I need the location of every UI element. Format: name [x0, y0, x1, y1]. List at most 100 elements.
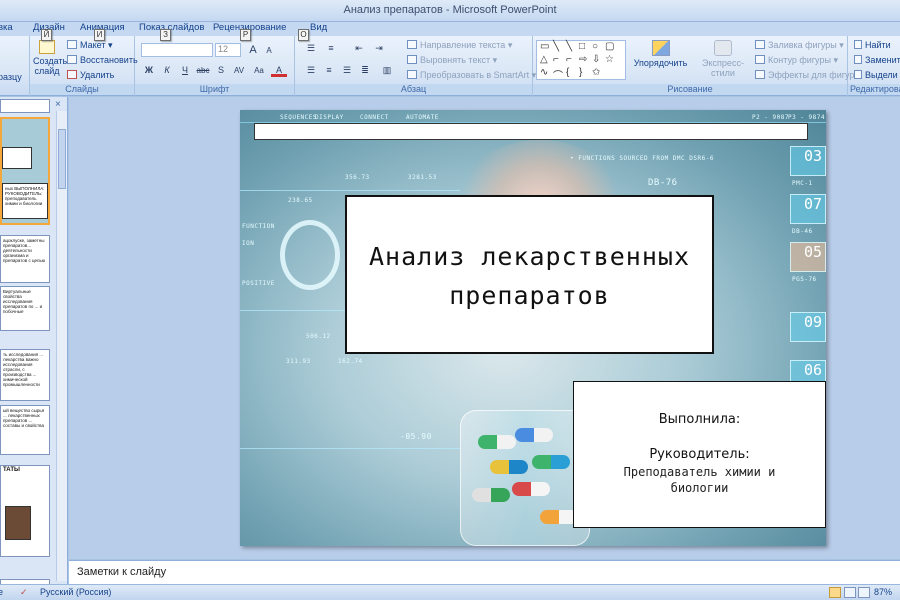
slide-thumbnail[interactable]: ый вещество сырья ... лекарственных преп…	[0, 405, 50, 455]
slide-title[interactable]: Анализ лекарственных препаратов	[347, 237, 712, 315]
notes-pane[interactable]: Заметки к слайду	[69, 560, 900, 584]
group-clipboard: разцу	[0, 36, 30, 96]
rectangle-shape-icon[interactable]: ▭	[540, 41, 549, 52]
rounded-rect-shape-icon[interactable]: ▢	[605, 41, 614, 52]
shape-outline-button[interactable]: Контур фигуры ▾	[755, 55, 838, 66]
shadow-button[interactable]: S	[213, 64, 229, 77]
slide-top-textbox[interactable]	[254, 123, 808, 140]
normal-view-icon[interactable]	[829, 587, 841, 598]
find-button[interactable]: Найти	[854, 40, 891, 50]
font-name-combo[interactable]	[141, 43, 213, 57]
oval-shape-icon[interactable]: ○	[592, 41, 598, 52]
slide-thumbnail[interactable]: ть исследования ... лекарства важно иссл…	[0, 349, 50, 401]
shape-effects-button[interactable]: Эффекты для фигур ▾	[755, 70, 861, 81]
shrink-font-button[interactable]: A	[261, 44, 277, 57]
hud-tile: 03	[790, 146, 826, 176]
align-center-icon[interactable]: ≡	[321, 64, 337, 77]
shape-outline-icon	[755, 55, 765, 64]
quick-styles-button[interactable]: Экспресс-стили	[693, 40, 753, 78]
bullets-icon[interactable]: ☰	[303, 42, 319, 55]
group-paragraph: ☰ ≡ ⇤ ⇥ ☰ ≡ ☰ ≣ ▥ Направление текста ▾ В…	[295, 36, 536, 96]
replace-button[interactable]: Заменит	[854, 55, 900, 65]
slide-sorter-icon[interactable]	[844, 587, 856, 598]
shape-effects-label: Эффекты для фигур	[768, 70, 855, 80]
slide-canvas[interactable]: SEQUENCES DISPLAY CONNECT AUTOMATE P2 - …	[240, 110, 826, 546]
reset-button[interactable]: Восстановить	[67, 55, 138, 65]
brace-shape-icon[interactable]: {	[566, 67, 569, 78]
align-text-button[interactable]: Выровнять текст ▾	[407, 55, 497, 66]
shape-fill-button[interactable]: Заливка фигуры ▾	[755, 40, 844, 51]
star-shape-icon[interactable]: ☆	[605, 54, 614, 65]
arrow-right-shape-icon[interactable]: ⇨	[579, 54, 587, 65]
slide-thumbnail[interactable]: ТАТЫ	[0, 465, 50, 557]
italic-button[interactable]: К	[159, 64, 175, 77]
spellcheck-icon[interactable]: ✓	[20, 587, 28, 598]
scrollbar-thumb[interactable]	[58, 129, 66, 189]
group-editing-label: Редактирова	[848, 84, 900, 95]
author-label[interactable]: Выполнила:	[574, 412, 825, 427]
smartart-button[interactable]: Преобразовать в SmartArt ▾	[407, 70, 536, 81]
numbering-icon[interactable]: ≡	[323, 42, 339, 55]
shape-outline-label: Контур фигуры	[768, 55, 831, 65]
slide-thumbnail[interactable]: ацоклуске, заметны препаратов... деятель…	[0, 235, 50, 283]
layout-button[interactable]: Макет ▾	[67, 40, 113, 51]
decrease-indent-icon[interactable]: ⇤	[351, 42, 367, 55]
slide-title-box[interactable]: Анализ лекарственных препаратов	[345, 195, 714, 354]
tab-view[interactable]: Вид	[310, 22, 327, 33]
arrow-down-shape-icon[interactable]: ⇩	[592, 54, 600, 65]
text-direction-button[interactable]: Направление текста ▾	[407, 40, 512, 51]
select-icon	[854, 70, 862, 79]
capsule-image	[472, 488, 510, 502]
supervisor-value[interactable]: Преподаватель химии и биологии	[594, 464, 805, 496]
hud-code: DB-76	[648, 178, 678, 188]
line-shape-icon[interactable]: ╲	[553, 41, 559, 52]
brace-shape-icon[interactable]: }	[579, 67, 582, 78]
grow-font-button[interactable]: A	[245, 44, 261, 57]
font-color-button[interactable]: A	[271, 64, 287, 77]
hud-line	[240, 310, 360, 311]
char-spacing-button[interactable]: AV	[231, 64, 247, 77]
arrange-button[interactable]: Упорядочить	[633, 40, 688, 68]
strikethrough-button[interactable]: abc	[195, 64, 211, 77]
underline-button[interactable]: Ч	[177, 64, 193, 77]
notes-placeholder[interactable]: Заметки к слайду	[77, 566, 166, 578]
font-size-combo[interactable]: 12	[215, 43, 241, 57]
columns-icon[interactable]: ▥	[379, 64, 395, 77]
star-shape-icon[interactable]: ✩	[592, 67, 600, 78]
delete-icon	[67, 70, 77, 79]
tab-slideshow[interactable]: Показ слайдов	[139, 22, 204, 33]
line-shape-icon[interactable]: ╲	[566, 41, 572, 52]
increase-indent-icon[interactable]: ⇥	[371, 42, 387, 55]
tab-insert[interactable]: вка	[0, 22, 13, 33]
thumbnails-scrollbar[interactable]	[56, 111, 67, 581]
keytip-view: О	[298, 29, 309, 41]
supervisor-label[interactable]: Руководитель:	[574, 447, 825, 462]
slideshow-view-icon[interactable]	[858, 587, 870, 598]
elbow-shape-icon[interactable]: ⌐	[566, 54, 572, 65]
delete-button[interactable]: Удалить	[67, 70, 114, 80]
curve-shape-icon[interactable]: ∿	[540, 67, 548, 78]
rect-shape-icon[interactable]: □	[579, 41, 585, 52]
close-icon[interactable]: ×	[55, 99, 61, 110]
binoculars-icon	[854, 40, 862, 49]
zoom-level[interactable]: 87%	[874, 587, 892, 597]
new-slide-button[interactable]: Создать слайд	[33, 40, 67, 76]
triangle-shape-icon[interactable]: △	[540, 54, 548, 65]
slide-thumbnail[interactable]: ных ВЫПОЛНИЛА: РУКОВОДИТЕЛЬ: преподавате…	[0, 117, 50, 225]
new-slide-icon	[39, 40, 55, 54]
elbow-shape-icon[interactable]: ⌐	[553, 54, 559, 65]
bold-button[interactable]: Ж	[141, 64, 157, 77]
align-right-icon[interactable]: ☰	[339, 64, 355, 77]
change-case-button[interactable]: Aa	[251, 64, 267, 77]
select-button[interactable]: Выдели	[854, 70, 898, 80]
format-painter-button[interactable]: разцу	[0, 72, 22, 82]
shapes-gallery[interactable]: ▭ ╲ ╲ □ ○ ▢ △ ⌐ ⌐ ⇨ ⇩ ☆ ∿ ⌒ { } ✩	[536, 40, 626, 82]
text-direction-label: Направление текста	[420, 40, 506, 50]
justify-icon[interactable]: ≣	[357, 64, 373, 77]
slide-thumbnail[interactable]: Виртуальные свойства исследования препар…	[0, 286, 50, 331]
language-indicator[interactable]: Русский (Россия)	[40, 587, 111, 597]
align-left-icon[interactable]: ☰	[303, 64, 319, 77]
freeform-shape-icon[interactable]: ⌒	[553, 67, 563, 82]
slide-thumbnail[interactable]	[0, 99, 50, 113]
slide-author-box[interactable]: Выполнила: Руководитель: Преподаватель х…	[573, 381, 826, 528]
